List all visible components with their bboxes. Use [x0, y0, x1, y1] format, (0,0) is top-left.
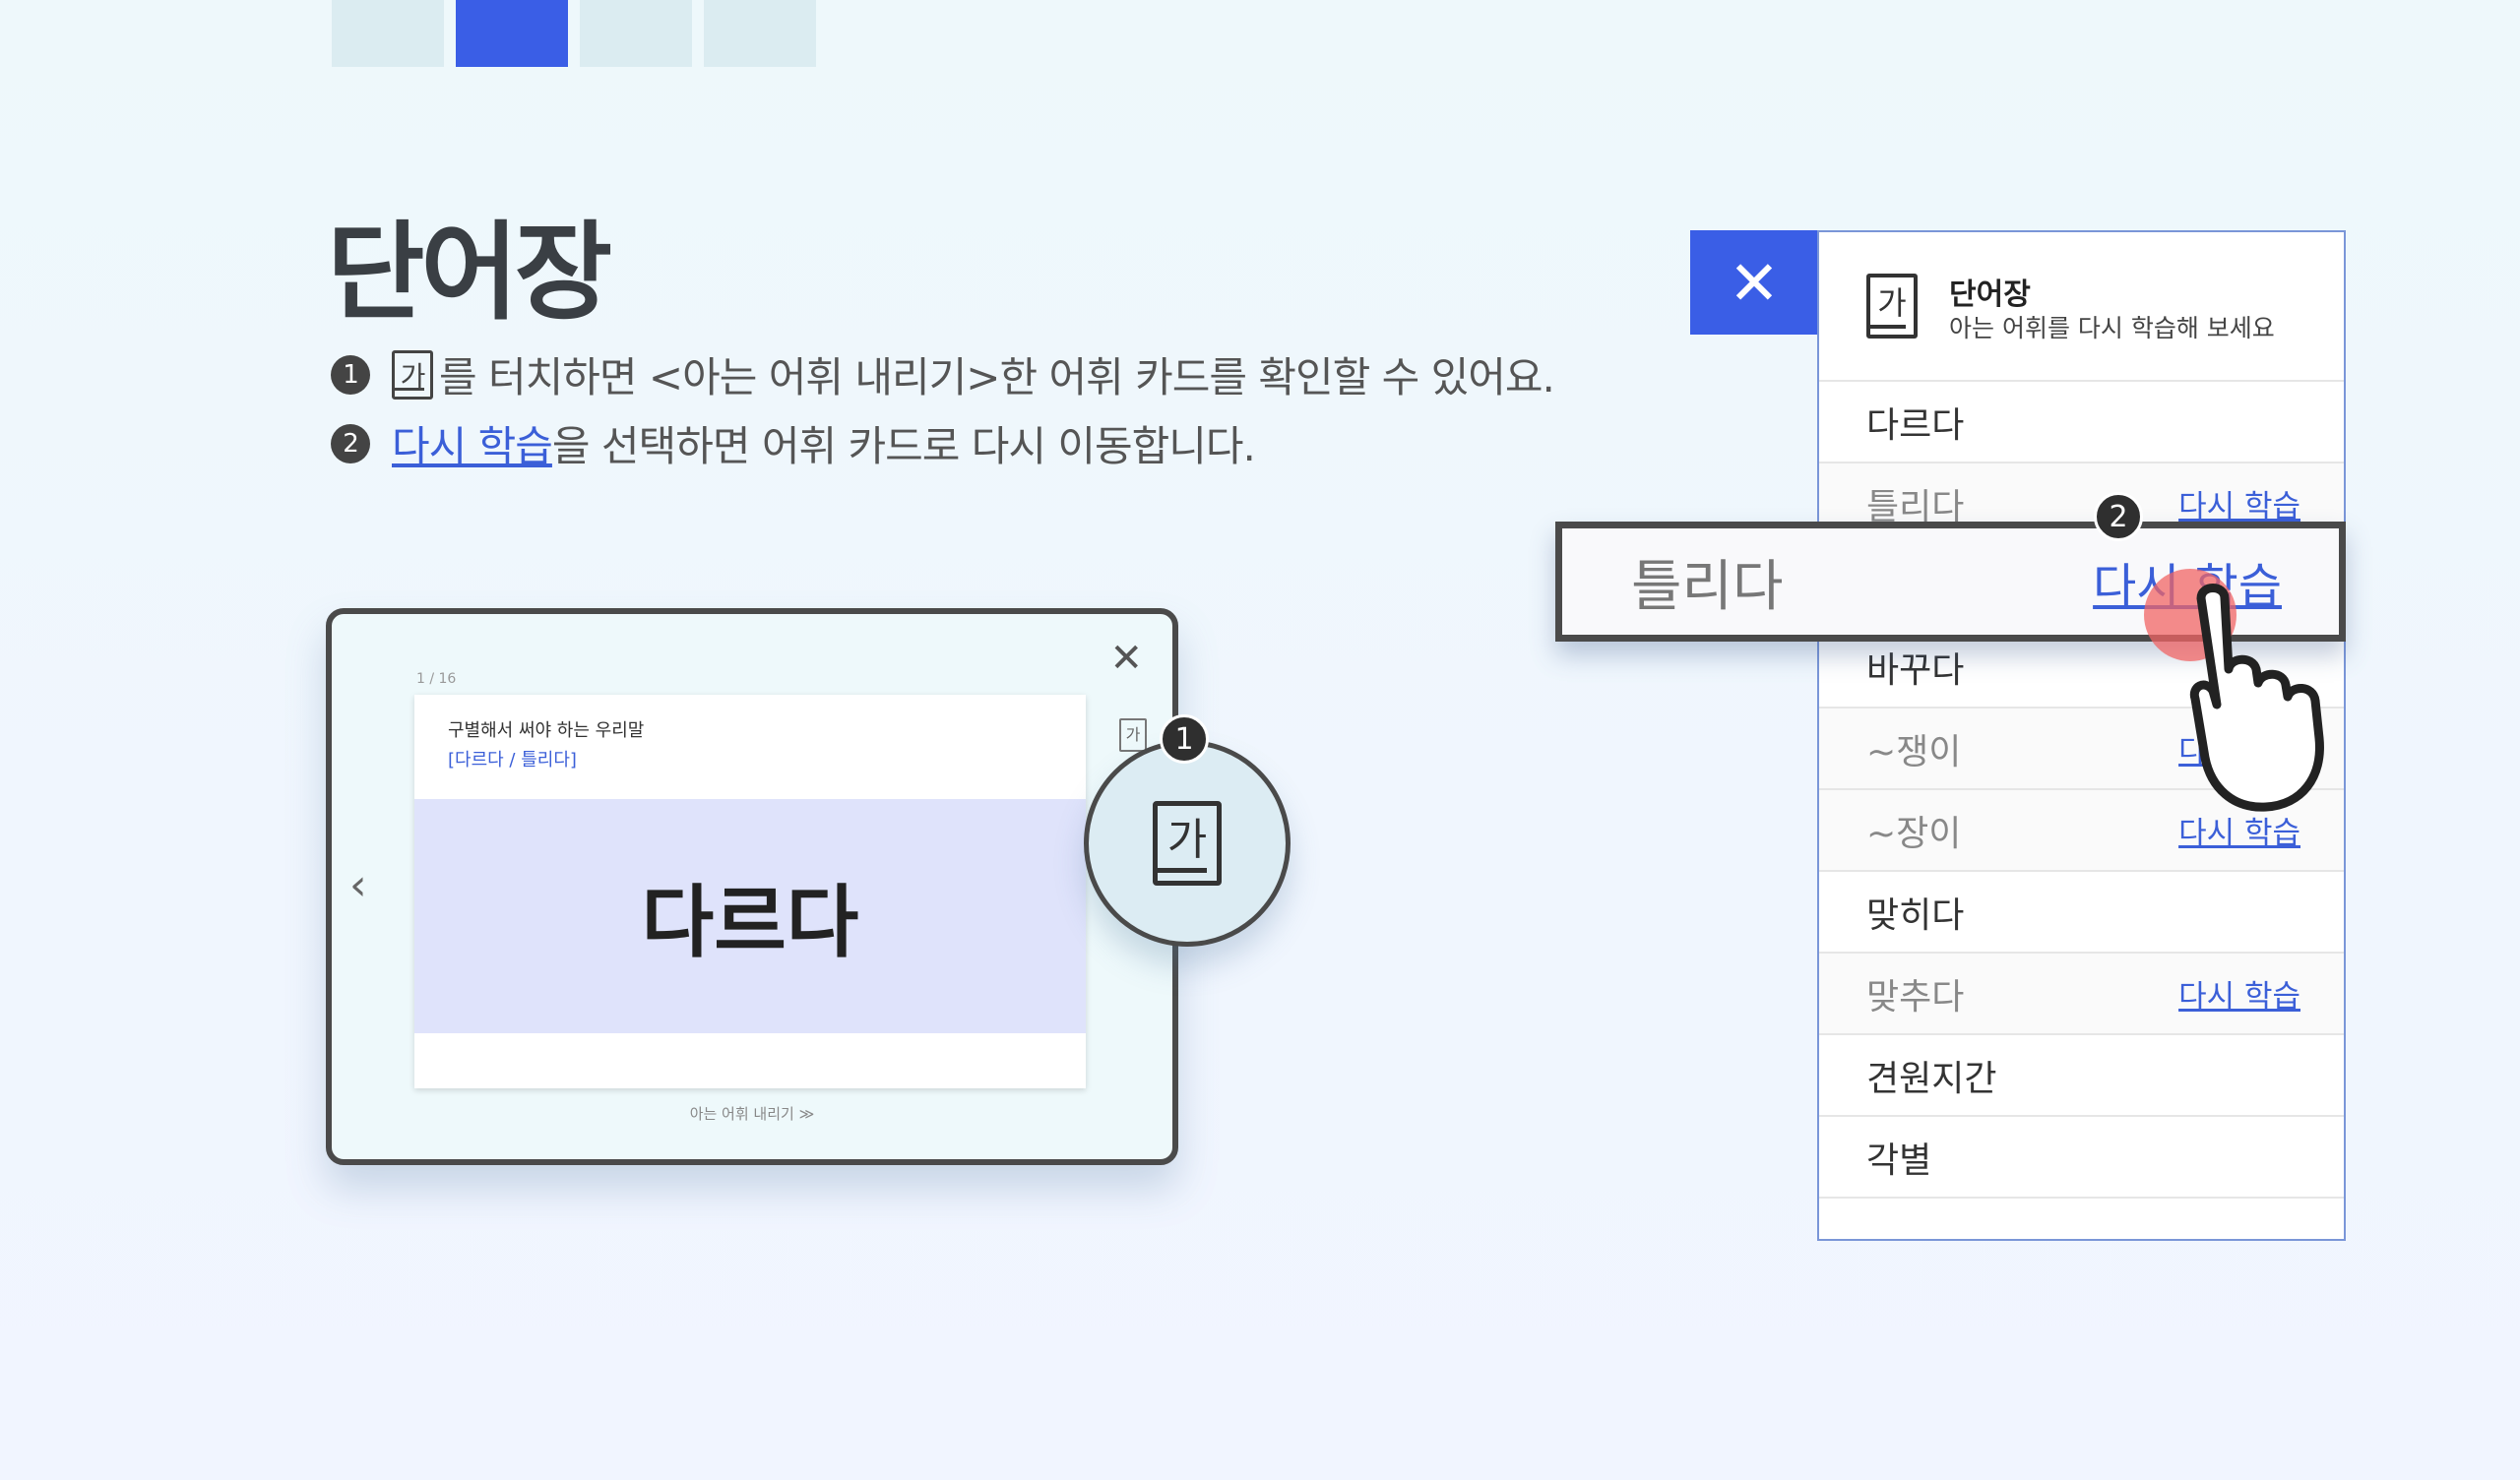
panel-close-button[interactable]: ✕	[1690, 230, 1818, 335]
relearn-button[interactable]: 다시 학습	[2178, 971, 2300, 1016]
number-badge-1: 1	[331, 354, 370, 395]
card-heading: 구별해서 써야 하는 우리말	[448, 720, 645, 741]
pointing-hand-icon	[2189, 584, 2324, 812]
word-label: 각별	[1866, 1140, 1932, 1181]
word-row: 견원지간	[1819, 1035, 2344, 1117]
instruction-1-text: 를 터치하면 <아는 어휘 내리기>한 어휘 카드를 확인할 수 있어요.	[439, 353, 1555, 401]
close-icon[interactable]: ✕	[1109, 636, 1143, 681]
word-label: 다르다	[1866, 404, 1965, 446]
word-label: 바꾸다	[1866, 649, 1965, 691]
word-label: 견원지간	[1866, 1058, 1997, 1099]
book-icon: 가	[1866, 274, 1918, 339]
word-row: 맞히다	[1819, 872, 2344, 954]
step-tab-1[interactable]	[332, 0, 444, 67]
instruction-1: 1 가 를 터치하면 <아는 어휘 내리기>한 어휘 카드를 확인할 수 있어요…	[331, 344, 1555, 404]
mini-app-window: ✕ 1 / 16 구별해서 써야 하는 우리말 [다르다 / 틀리다] 다르다 …	[326, 608, 1178, 1165]
vocab-card: 구별해서 써야 하는 우리말 [다르다 / 틀리다] 다르다	[414, 695, 1086, 1088]
relearn-link-inline: 다시 학습	[392, 422, 553, 470]
panel-description: 아는 어휘를 다시 학습해 보세요	[1949, 314, 2275, 342]
chevron-left-icon[interactable]: ‹	[349, 860, 367, 910]
page-title: 단어장	[327, 212, 612, 335]
word-label: 맞히다	[1866, 894, 1965, 936]
word-label: 맞추다	[1866, 976, 1965, 1018]
card-counter: 1 / 16	[416, 671, 457, 687]
panel-title: 단어장	[1949, 278, 2031, 312]
word-label: ~쟁이	[1866, 731, 1962, 772]
panel-header: 가 단어장 아는 어휘를 다시 학습해 보세요	[1819, 232, 2344, 382]
step-tabs	[332, 0, 816, 67]
zoomed-word-label: 틀리다	[1631, 554, 1784, 619]
zoom-magnifier: 가	[1084, 740, 1291, 947]
instruction-2: 2 다시 학습 을 선택하면 어휘 카드로 다시 이동합니다.	[331, 413, 1256, 473]
vocab-book-icon-zoomed: 가	[1153, 801, 1222, 886]
step-tab-4[interactable]	[704, 0, 816, 67]
step-tab-2-active[interactable]	[456, 0, 568, 67]
callout-1: 1	[1160, 714, 1209, 764]
vocab-book-button[interactable]: 가	[1119, 718, 1147, 752]
word-row: 맞추다 다시 학습	[1819, 954, 2344, 1035]
relearn-button[interactable]: 다시 학습	[2178, 481, 2300, 525]
card-word: 다르다	[641, 877, 859, 968]
step-tab-3[interactable]	[580, 0, 692, 67]
instruction-2-text: 을 선택하면 어휘 카드로 다시 이동합니다.	[551, 422, 1256, 470]
word-row: 각별	[1819, 1117, 2344, 1199]
word-row: 다르다	[1819, 382, 2344, 463]
card-word-area: 다르다	[414, 799, 1086, 1033]
card-subheading: [다르다 / 틀리다]	[448, 750, 577, 771]
word-label: ~장이	[1866, 813, 1962, 854]
callout-2: 2	[2094, 492, 2143, 541]
number-badge-2: 2	[331, 423, 370, 463]
known-word-dismiss[interactable]: 아는 어휘 내리기 ≫	[332, 1103, 1172, 1124]
vocab-book-icon: 가	[392, 349, 433, 400]
